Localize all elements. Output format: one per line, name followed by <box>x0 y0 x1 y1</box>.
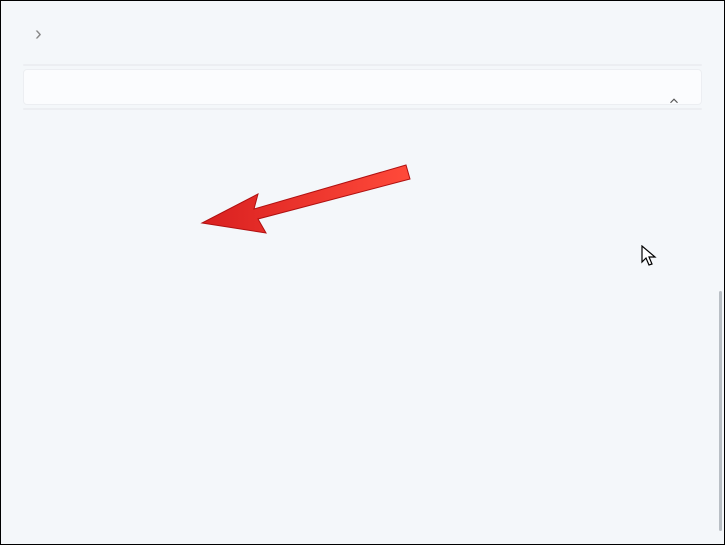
scrollbar[interactable] <box>719 291 722 531</box>
chevron-right-icon: › <box>35 23 42 46</box>
annotation-arrow <box>196 159 416 244</box>
cursor-icon <box>641 245 659 272</box>
breadcrumb: › <box>23 23 702 46</box>
chevron-up-icon[interactable] <box>663 88 685 119</box>
section-taskbar-corner-overflow[interactable] <box>23 69 702 105</box>
